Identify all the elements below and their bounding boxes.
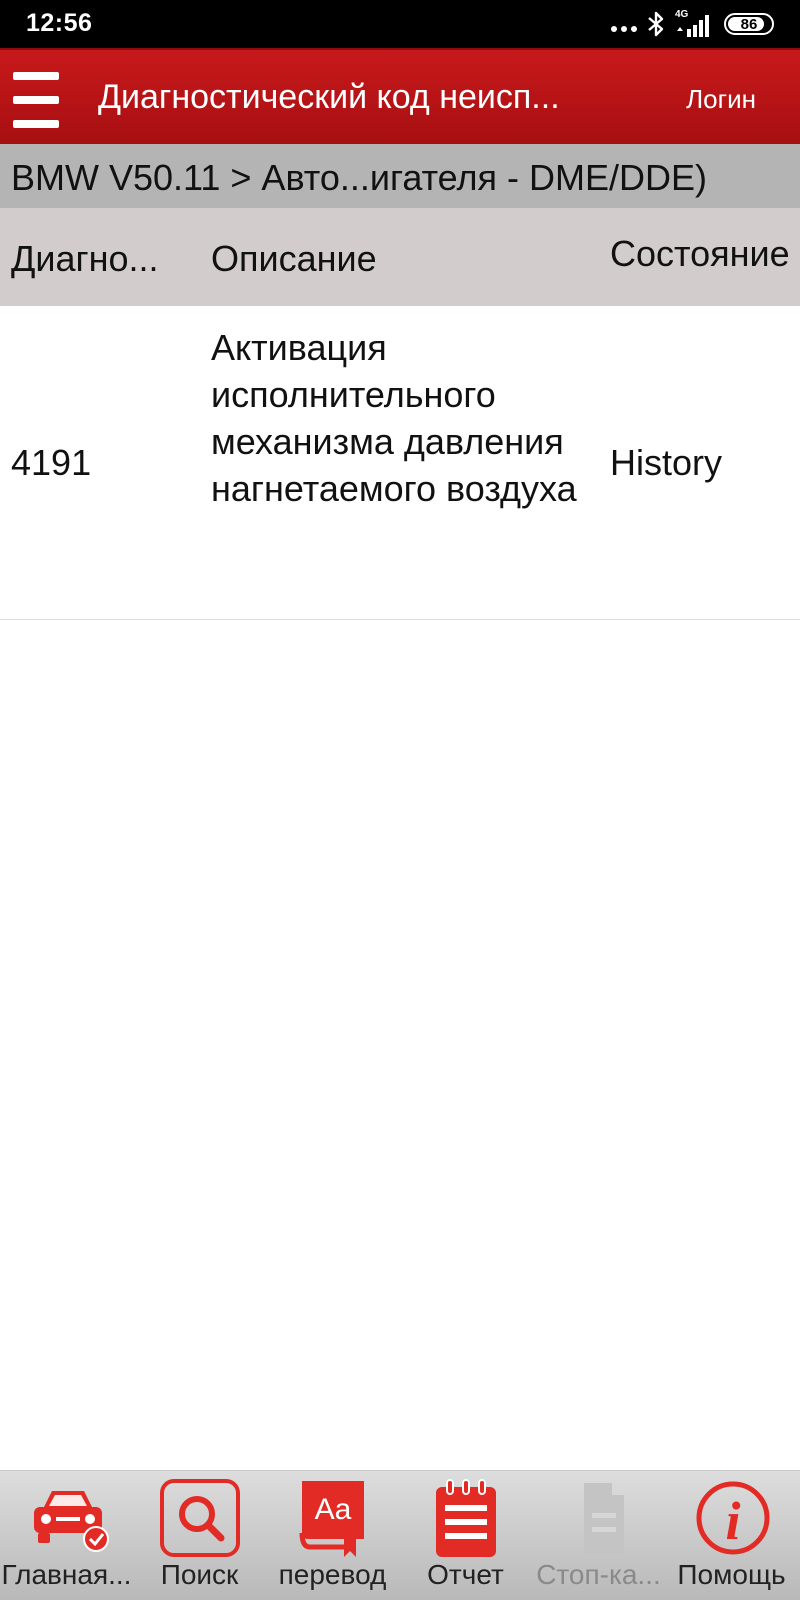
column-header-description: Описание: [211, 238, 377, 279]
toolbar-home-button[interactable]: Главная...: [0, 1471, 133, 1600]
info-help-icon: i: [696, 1481, 769, 1555]
login-button[interactable]: Логин: [686, 84, 756, 115]
svg-text:Aa: Aa: [314, 1493, 351, 1526]
battery-icon: 86: [724, 13, 774, 35]
toolbar-label: Стоп-ка...: [536, 1559, 661, 1590]
report-notepad-icon: [435, 1479, 496, 1557]
status-time: 12:56: [26, 9, 93, 37]
bluetooth-icon: [648, 11, 664, 37]
app-header: Диагностический код неисп... Логин: [0, 48, 800, 144]
svg-text:i: i: [725, 1491, 740, 1551]
toolbar-label: Главная...: [1, 1559, 132, 1590]
menu-button[interactable]: [13, 70, 61, 130]
hamburger-line: [13, 120, 59, 128]
search-icon: [159, 1479, 240, 1557]
dtc-status: History: [610, 442, 723, 483]
toolbar-help-button[interactable]: i Помощь: [665, 1471, 798, 1600]
dtc-code: 4191: [11, 442, 92, 483]
table-row[interactable]: 4191 Активация исполнительного механизма…: [0, 306, 800, 620]
status-bar: 12:56 4G 86: [0, 0, 800, 48]
toolbar-label: Отчет: [427, 1559, 504, 1590]
breadcrumb-text: BMW V50.11 > Авто...игателя - DME/DDE): [11, 157, 707, 198]
hamburger-line: [13, 72, 59, 80]
battery-level: 86: [740, 15, 758, 33]
toolbar-search-button[interactable]: Поиск: [133, 1471, 266, 1600]
toolbar-report-button[interactable]: Отчет: [399, 1471, 532, 1600]
table-header: Диагно... Описание Состояние: [0, 208, 800, 306]
toolbar-label: Поиск: [160, 1559, 239, 1590]
breadcrumb: BMW V50.11 > Авто...игателя - DME/DDE): [0, 144, 800, 208]
dtc-description: Активация исполнительного механизма давл…: [211, 327, 577, 509]
column-header-code: Диагно...: [11, 238, 159, 279]
bottom-toolbar: Главная... Поиск Aa перевод Отчет Стоп-к…: [0, 1470, 800, 1600]
status-icons: 4G 86: [611, 9, 774, 39]
column-header-status: Состояние: [610, 233, 790, 274]
freeze-frame-document-icon: [583, 1483, 624, 1555]
hamburger-line: [13, 96, 59, 104]
more-dots-icon: [611, 9, 637, 39]
toolbar-label: Помощь: [677, 1559, 786, 1590]
page-title: Диагностический код неисп...: [98, 78, 560, 116]
signal-icon: 4G: [675, 9, 715, 39]
translate-book-icon: Aa: [299, 1481, 364, 1557]
toolbar-freeze-frame-button[interactable]: Стоп-ка...: [532, 1471, 665, 1600]
toolbar-label: перевод: [278, 1559, 387, 1590]
toolbar-translate-button[interactable]: Aa перевод: [266, 1471, 399, 1600]
car-home-icon: [33, 1491, 109, 1552]
